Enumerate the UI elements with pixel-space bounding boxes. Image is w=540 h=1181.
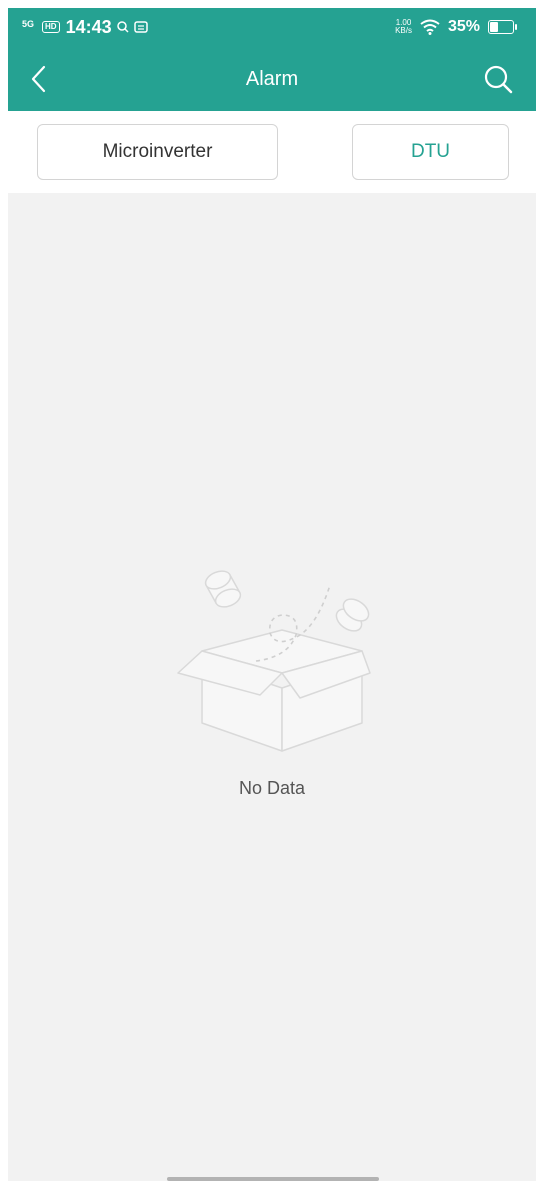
status-bar: 5G HD 14:43 1.00 KB/s 35% <box>8 8 536 48</box>
network-label: 5G <box>22 18 35 29</box>
status-left: 5G HD 14:43 <box>22 15 148 39</box>
page-title: Alarm <box>245 68 299 90</box>
network-speed: 1.00 KB/s <box>395 19 412 35</box>
search-button[interactable] <box>482 63 514 95</box>
wifi-icon <box>420 19 440 35</box>
nav-bar: Alarm <box>8 48 536 111</box>
app-notification-icon <box>133 21 148 33</box>
battery-icon <box>488 20 517 34</box>
device-type-tabs: Microinverter DTU <box>8 111 536 193</box>
battery-fill <box>490 22 499 32</box>
status-time: 14:43 <box>65 16 112 37</box>
speed-unit: KB/s <box>395 26 412 35</box>
tab-dtu[interactable]: DTU <box>352 124 509 180</box>
app-screen: 5G HD 14:43 1.00 KB/s 35% Alarm Microinv… <box>8 8 536 1181</box>
tab-microinverter[interactable]: Microinverter <box>37 124 278 180</box>
hd-badge: HD <box>42 21 60 33</box>
notification-icon <box>116 21 129 33</box>
home-indicator[interactable] <box>167 1177 379 1181</box>
battery-percent: 35% <box>447 18 480 35</box>
empty-box-icon <box>177 570 371 752</box>
status-right: 1.00 KB/s 35% <box>395 16 517 38</box>
empty-state-text: No Data <box>238 778 306 798</box>
